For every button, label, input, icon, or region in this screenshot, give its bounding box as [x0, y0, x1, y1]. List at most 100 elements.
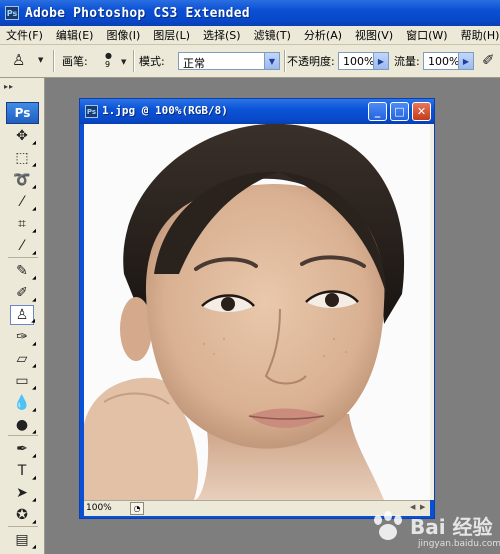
tool-flyout-corner-icon: ◢ [32, 162, 36, 168]
eyedropper-tool-button[interactable]: ⁄ ◢ [10, 236, 36, 256]
flow-input[interactable]: 100% [423, 52, 459, 70]
flow-slider-arrow[interactable]: ▶ [458, 52, 474, 70]
portrait-photo [84, 124, 430, 500]
tool-preset-picker[interactable]: ♙ ▼ [10, 50, 46, 72]
opacity-slider-arrow[interactable]: ▶ [373, 52, 389, 70]
lasso-tool-icon: ➰ [13, 172, 31, 188]
document-ps-icon: Ps [85, 105, 98, 118]
toolbox-grip[interactable]: ▸▸ [4, 82, 40, 92]
menu-edit[interactable]: 编辑(E) [50, 27, 101, 43]
vertical-scrollbar[interactable] [430, 124, 434, 500]
tool-flyout-corner-icon: ◢ [32, 341, 36, 347]
minimize-button[interactable]: _ [368, 102, 387, 121]
type-tool-button[interactable]: T ◢ [10, 461, 36, 481]
clone-stamp-tool-button[interactable]: ♙ ◢ [10, 305, 35, 325]
document-title: 1.jpg @ 100%(RGB/8) [102, 104, 228, 117]
brush-dot-icon: ● [105, 51, 112, 60]
tool-flyout-corner-icon: ◢ [32, 363, 36, 369]
status-menu-icon: ◔ [133, 504, 141, 513]
healing-brush-tool-icon: ✎ [16, 263, 28, 279]
blur-tool-button[interactable]: 💧 ◢ [10, 393, 36, 413]
flow-value: 100% [428, 55, 460, 68]
mode-dropdown-arrow[interactable]: ▼ [264, 52, 280, 70]
crop-tool-icon: ⌗ [18, 216, 26, 232]
status-info-button[interactable]: ◔ [130, 502, 144, 515]
tool-flyout-corner-icon: ◢ [32, 250, 36, 256]
tool-flyout-corner-icon: ◢ [32, 297, 36, 303]
baidu-jingyan-watermark: Bai 经验 jingyan.baidu.com [360, 508, 500, 554]
watermark-brand: Bai 经验 [410, 515, 493, 539]
image-canvas[interactable] [84, 124, 430, 500]
options-separator [133, 50, 135, 72]
crop-tool-button[interactable]: ⌗ ◢ [10, 214, 36, 234]
path-selection-tool-icon: ➤ [16, 485, 28, 501]
toolbox-separator [8, 257, 38, 258]
dodge-tool-button[interactable]: ● ◢ [10, 415, 36, 435]
lasso-tool-button[interactable]: ➰ ◢ [10, 170, 36, 190]
document-title-bar[interactable]: Ps 1.jpg @ 100%(RGB/8) _ □ ✕ [80, 99, 434, 124]
app-title: Adobe Photoshop CS3 Extended [25, 5, 250, 21]
tool-flyout-corner-icon: ◢ [32, 497, 36, 503]
magic-wand-tool-button[interactable]: ⁄ ◢ [10, 192, 36, 212]
opacity-value: 100% [343, 55, 375, 68]
healing-brush-tool-button[interactable]: ✎ ◢ [10, 261, 36, 281]
app-title-bar: Ps Adobe Photoshop CS3 Extended [0, 0, 500, 26]
history-brush-tool-button[interactable]: ✑ ◢ [10, 327, 36, 347]
menu-help[interactable]: 帮助(H) [455, 27, 500, 43]
mode-label: 模式: [139, 55, 165, 68]
tool-flyout-corner-icon: ◢ [32, 206, 36, 212]
move-tool-button[interactable]: ✥ ◢ [10, 126, 36, 146]
chevron-down-icon: ▼ [121, 58, 127, 66]
brush-tool-icon: ✐ [16, 285, 28, 301]
baidu-paw-icon [374, 511, 402, 540]
marquee-tool-button[interactable]: ⬚ ◢ [10, 148, 36, 168]
tool-flyout-corner-icon: ◢ [32, 544, 36, 550]
tool-flyout-corner-icon: ◢ [32, 407, 36, 413]
brush-tool-button[interactable]: ✐ ◢ [10, 283, 36, 303]
airbrush-icon[interactable]: ✐ [482, 51, 495, 69]
tool-flyout-corner-icon: ◢ [32, 519, 36, 525]
gradient-tool-button[interactable]: ▭ ◢ [10, 371, 36, 391]
toolbox-separator [8, 526, 38, 527]
tool-flyout-corner-icon: ◢ [32, 429, 36, 435]
eraser-tool-button[interactable]: ▱ ◢ [10, 349, 36, 369]
menu-file[interactable]: 文件(F) [0, 27, 50, 43]
menu-window[interactable]: 窗口(W) [400, 27, 454, 43]
watermark-url: jingyan.baidu.com [418, 539, 500, 549]
menu-filter[interactable]: 滤镜(T) [248, 27, 298, 43]
menu-bar: 文件(F) 编辑(E) 图像(I) 图层(L) 选择(S) 滤镜(T) 分析(A… [0, 26, 500, 45]
pen-tool-button[interactable]: ✒ ◢ [10, 439, 36, 459]
maximize-icon: □ [394, 105, 405, 118]
tool-flyout-corner-icon: ◢ [32, 140, 36, 146]
notes-tool-button[interactable]: ▤ ◢ [10, 530, 36, 550]
move-tool-icon: ✥ [16, 128, 28, 144]
tool-flyout-corner-icon: ◢ [32, 385, 36, 391]
eraser-tool-icon: ▱ [16, 351, 28, 367]
brush-label: 画笔: [62, 55, 88, 68]
path-selection-tool-button[interactable]: ➤ ◢ [10, 483, 36, 503]
maximize-button[interactable]: □ [390, 102, 409, 121]
gradient-tool-icon: ▭ [15, 373, 29, 389]
close-button[interactable]: ✕ [412, 102, 431, 121]
menu-image[interactable]: 图像(I) [100, 27, 147, 43]
brush-picker[interactable]: ● 9 ▼ [97, 49, 131, 75]
options-separator [53, 50, 55, 72]
menu-select[interactable]: 选择(S) [197, 27, 248, 43]
shape-tool-button[interactable]: ✪ ◢ [10, 505, 36, 525]
tool-flyout-corner-icon: ◢ [32, 475, 36, 481]
pen-tool-icon: ✒ [16, 441, 28, 457]
zoom-level[interactable]: 100% [86, 503, 112, 513]
photoshop-logo[interactable]: Ps [6, 102, 39, 124]
options-bar: ♙ ▼ 画笔: ● 9 ▼ 模式: 正常 ▼ 不透明度: 100% ▶ 流量: … [0, 45, 500, 78]
notes-tool-icon: ▤ [15, 532, 29, 548]
tool-flyout-corner-icon: ◢ [32, 275, 36, 281]
toolbox: ▸▸ Ps ✥ ◢ ⬚ ◢ ➰ ◢ ⁄ ◢ ⌗ ◢ ⁄ ◢ ✎ ◢ ✐ ◢ ♙ ◢ ✑ ◢ ▱ ◢ ▭ ◢ 💧 ◢ ● ◢ ✒ ◢ T ◢ ➤ ◢… [0, 78, 45, 554]
menu-analysis[interactable]: 分析(A) [298, 27, 349, 43]
menu-layer[interactable]: 图层(L) [147, 27, 197, 43]
menu-view[interactable]: 视图(V) [349, 27, 400, 43]
opacity-label: 不透明度: [287, 55, 335, 68]
minimize-icon: _ [374, 105, 381, 118]
dodge-tool-icon: ● [15, 417, 29, 433]
opacity-input[interactable]: 100% [338, 52, 374, 70]
clone-stamp-tool-icon: ♙ [15, 307, 29, 323]
